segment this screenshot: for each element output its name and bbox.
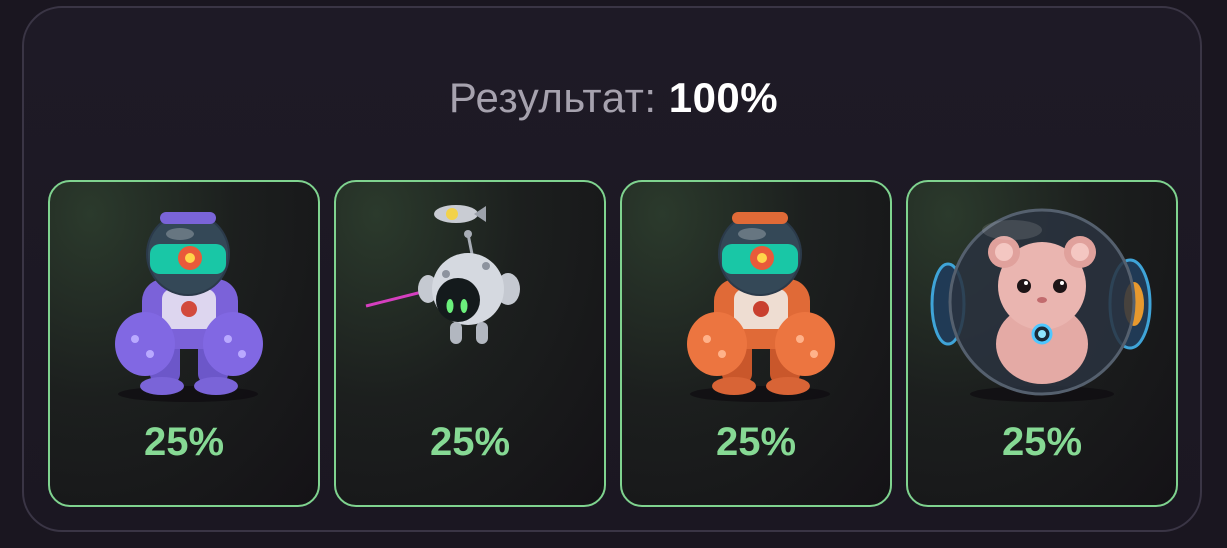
result-title: Результат: 100% (0, 74, 1227, 122)
card-percent: 25% (143, 420, 225, 464)
card-percent: 25% (1001, 420, 1083, 464)
result-card-4[interactable]: 25% (906, 180, 1178, 507)
result-label: Результат: (448, 74, 657, 121)
purple-robot-image (115, 212, 263, 402)
drone-robot-image (365, 205, 520, 344)
orange-robot-image (687, 212, 835, 402)
result-card-3[interactable]: 25% (620, 180, 892, 507)
result-card-1[interactable]: 25% (48, 180, 320, 507)
hamster-ball-image (930, 208, 1152, 402)
result-value: 100% (668, 74, 779, 121)
card-percent: 25% (429, 420, 511, 464)
card-percent: 25% (715, 420, 797, 464)
result-card-2[interactable]: 25% (334, 180, 606, 507)
